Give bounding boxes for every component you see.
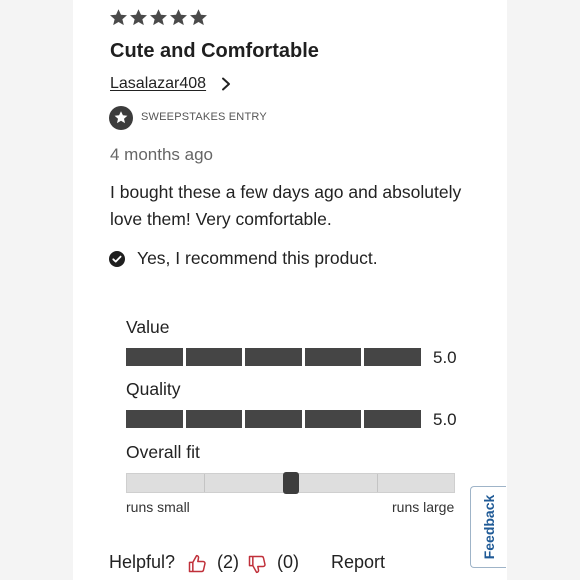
rating-segment: [185, 348, 243, 366]
review-title: Cute and Comfortable: [110, 40, 319, 62]
review-body: I bought these a few days ago and absolu…: [110, 182, 462, 229]
rating-bar-quality: [126, 410, 421, 428]
fit-low-label: runs small: [126, 499, 190, 515]
fit-tick: [377, 474, 378, 492]
helpful-no-count[interactable]: (0): [277, 552, 299, 573]
rating-segment: [304, 410, 362, 428]
check-circle-icon: [109, 251, 125, 267]
helpful-label: Helpful?: [109, 552, 176, 572]
star-icon: [150, 9, 167, 26]
rating-segment: [304, 348, 362, 366]
rating-value-value: 5.0: [433, 348, 457, 367]
chevron-right-icon[interactable]: [220, 77, 232, 91]
rating-segment: [126, 410, 183, 428]
fit-high-label: runs large: [392, 499, 455, 515]
helpful-yes-count[interactable]: (2): [217, 552, 239, 573]
review-date: 4 months ago: [110, 145, 214, 164]
rating-segment: [245, 410, 302, 428]
star-icon: [130, 9, 147, 26]
star-badge-icon: [109, 106, 133, 130]
rating-segment: [364, 348, 421, 366]
rating-segment: [126, 348, 183, 366]
recommend-text: Yes, I recommend this product.: [137, 248, 378, 268]
star-icon: [110, 9, 127, 26]
fit-tick: [204, 474, 205, 492]
star-rating: [109, 8, 208, 27]
thumbs-up-icon[interactable]: [187, 554, 207, 574]
fit-slider-thumb: [282, 472, 299, 494]
rating-segment: [185, 410, 243, 428]
rating-label-value: Value: [126, 317, 170, 337]
star-icon: [190, 9, 207, 26]
thumbs-down-icon[interactable]: [247, 554, 267, 574]
feedback-tab-label: Feedback: [480, 494, 497, 560]
report-link[interactable]: Report: [331, 552, 385, 573]
author-link[interactable]: Lasalazar408: [110, 75, 206, 93]
feedback-tab[interactable]: Feedback: [470, 486, 506, 568]
rating-segment: [245, 348, 302, 366]
rating-bar-value: [126, 348, 421, 366]
rating-label-quality: Quality: [126, 379, 181, 399]
star-icon: [170, 9, 187, 26]
fit-label: Overall fit: [126, 442, 200, 462]
badge-label: SWEEPSTAKES ENTRY: [141, 111, 267, 123]
rating-value-quality: 5.0: [433, 410, 457, 429]
rating-segment: [364, 410, 421, 428]
